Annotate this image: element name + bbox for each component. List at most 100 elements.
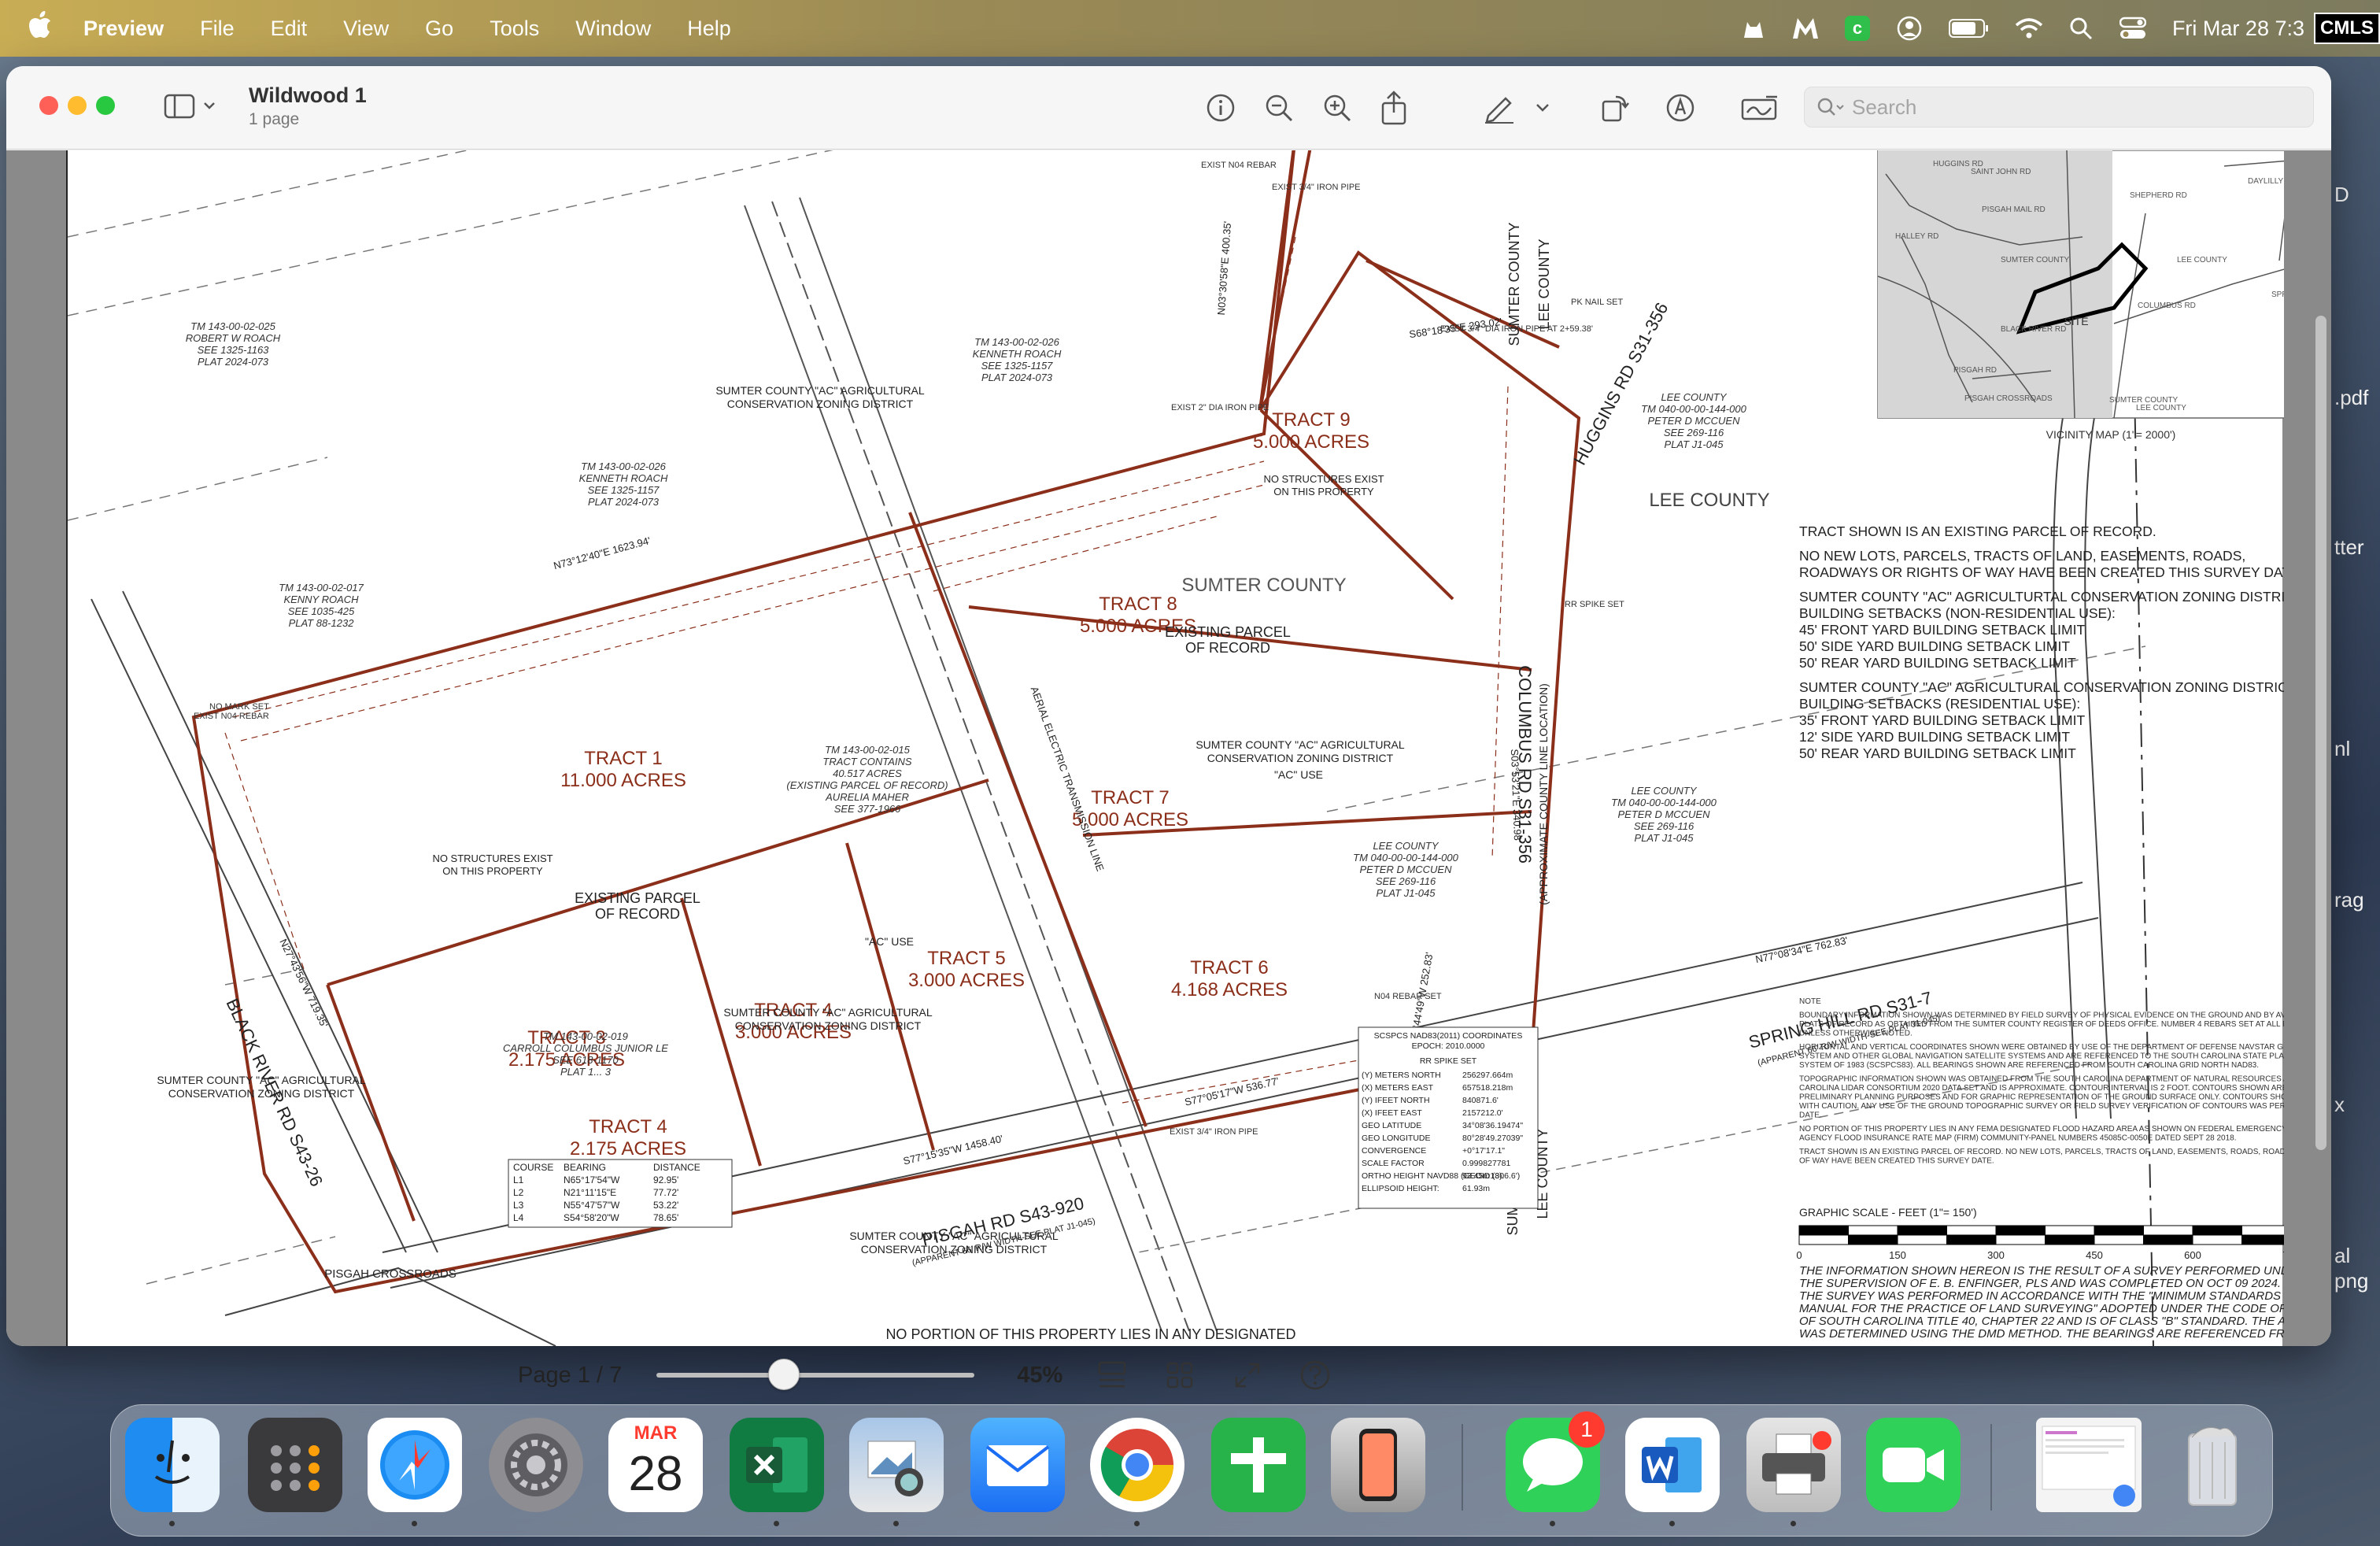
page-indicator: Page 1 / 7 (518, 1362, 623, 1388)
course-table-header: COURSE (513, 1162, 553, 1173)
finder-app-icon[interactable] (125, 1418, 220, 1526)
search-input[interactable] (1852, 94, 2293, 120)
sidebar-toggle-button[interactable] (164, 90, 227, 121)
small-note-line: SYSTEM AND OTHER GLOBAL NAVIGATION SATEL… (1799, 1052, 2284, 1061)
close-window-button[interactable] (39, 96, 58, 115)
owner-label-line: PETER D MCCUEN (1647, 415, 1740, 427)
preview-window: Wildwood 1 1 page Search TRACT 1 11.000 … (6, 66, 2331, 1346)
scale-segment (2192, 1234, 2242, 1245)
coord-table-key: CONVERGENCE (1362, 1146, 1426, 1156)
scale-segment (1848, 1225, 1898, 1236)
facetime-app-icon[interactable] (1866, 1418, 1961, 1512)
annotate-icon[interactable] (1662, 90, 1698, 126)
markup-pen-icon[interactable] (1481, 90, 1517, 126)
monument-label: EXIST 3/4" IRON PIPE (1272, 183, 1361, 192)
owner-label-line: PLAT 2024-073 (981, 372, 1053, 383)
monument-label: RR SPIKE SET (1565, 600, 1624, 609)
messages-app-icon[interactable]: 1 (1506, 1411, 1605, 1526)
numbers-app-icon[interactable] (1211, 1418, 1306, 1512)
mail-app-icon[interactable] (970, 1418, 1065, 1512)
wifi-icon[interactable] (2013, 13, 2045, 44)
menu-edit[interactable]: Edit (271, 17, 308, 41)
owner-label-line: SEE 618-1170 (552, 1054, 619, 1066)
trash-icon[interactable] (2165, 1418, 2260, 1512)
word-app-icon[interactable] (1625, 1418, 1720, 1526)
menubar-clock[interactable]: Fri Mar 28 7:3 (2172, 17, 2304, 41)
menu-view[interactable]: View (343, 17, 389, 41)
menu-help[interactable]: Help (687, 17, 731, 41)
small-note-line: BOUNDARY INFORMATION SHOWN WAS DETERMINE… (1799, 1012, 2284, 1020)
lee-county-vertical: LEE COUNTY (1536, 239, 1552, 329)
owner-label-line: TM 040-00-00-144-000 (1641, 403, 1746, 415)
menu-file[interactable]: File (200, 17, 235, 41)
info-icon[interactable] (1203, 90, 1239, 126)
no-structures-label: NO STRUCTURES EXIST (432, 853, 552, 864)
course-table-cell: N65°17'54"W (564, 1174, 620, 1185)
calculator-app-icon[interactable] (248, 1418, 342, 1512)
monument-label: NO MARK SET (209, 702, 269, 712)
single-page-view-icon[interactable] (1094, 1357, 1130, 1393)
running-indicator (169, 1521, 175, 1526)
m-app-icon[interactable] (1790, 13, 1821, 44)
user-account-icon[interactable] (1894, 13, 1925, 44)
no-structures-label: ON THIS PROPERTY (1273, 486, 1374, 497)
tract-acres: 4.168 ACRES (1171, 979, 1288, 1000)
printer-app-icon[interactable] (1746, 1418, 1841, 1526)
desktop-fragment: x (2334, 1093, 2345, 1116)
battery-icon[interactable] (1946, 13, 1993, 44)
cat-app-icon[interactable] (1738, 13, 1769, 44)
apple-menu-icon[interactable] (28, 10, 52, 46)
graphic-scale-tick: 150 (1889, 1249, 1906, 1261)
menu-tools[interactable]: Tools (490, 17, 539, 41)
system-settings-app-icon[interactable] (489, 1418, 583, 1512)
grid-view-icon[interactable] (1162, 1357, 1198, 1393)
calendar-app-icon[interactable]: MAR 28 (608, 1418, 703, 1512)
owner-label-line: PETER D MCCUEN (1617, 808, 1710, 820)
spotlight-search-icon[interactable] (2065, 13, 2097, 44)
bearing-label: N77°08'34"E 762.83' (1754, 934, 1849, 966)
recent-document-thumbnail[interactable] (2036, 1418, 2142, 1512)
vicinity-label: SAINT JOHN RD (1971, 168, 2031, 176)
safari-app-icon[interactable] (368, 1418, 462, 1526)
zoom-out-icon[interactable] (1261, 90, 1297, 126)
course-table-cell: N55°47'57"W (564, 1200, 620, 1211)
note-line: 35' FRONT YARD BUILDING SETBACK LIMIT (1799, 712, 2085, 728)
running-indicator (1791, 1521, 1796, 1526)
green-app-icon[interactable]: c (1842, 13, 1873, 44)
running-indicator (1134, 1521, 1140, 1526)
chevron-down-icon[interactable] (1533, 90, 1552, 126)
rotate-icon[interactable] (1596, 90, 1632, 126)
control-center-icon[interactable] (2117, 13, 2149, 44)
note-line: SUMTER COUNTY "AC" AGRICULTURAL CONSERVA… (1799, 679, 2284, 695)
graphic-scale-title: GRAPHIC SCALE - FEET (1"= 150') (1799, 1206, 1977, 1219)
zoom-in-icon[interactable] (1319, 90, 1355, 126)
vertical-scrollbar[interactable] (2315, 316, 2326, 1150)
signature-icon[interactable] (1738, 90, 1782, 126)
excel-app-icon[interactable] (730, 1418, 824, 1526)
menu-go[interactable]: Go (425, 17, 453, 41)
document-viewport[interactable]: TRACT 1 11.000 ACRES TRACT 3 2.175 ACRES T… (6, 150, 2331, 1346)
search-field[interactable] (1804, 87, 2314, 128)
page-slider-knob[interactable] (768, 1359, 800, 1390)
expand-icon[interactable] (1229, 1357, 1266, 1393)
page-slider[interactable] (656, 1359, 975, 1390)
monument-label: EXIST 2" DIA IRON PIPE (1171, 403, 1269, 412)
minimize-window-button[interactable] (68, 96, 87, 115)
existing-parcel-label: OF RECORD (1185, 640, 1270, 656)
chrome-app-icon[interactable] (1090, 1418, 1184, 1526)
iphone-mirroring-app-icon[interactable] (1331, 1418, 1425, 1512)
zoning-label-line: SUMTER COUNTY "AC" AGRICULTURAL (1196, 738, 1405, 751)
zoom-level[interactable]: 45% (1017, 1363, 1062, 1389)
owner-label-line: TM 143-00-02-019 (543, 1030, 628, 1042)
vicinity-label: SPRING HILL RD (2271, 290, 2284, 299)
scale-segment (2241, 1225, 2292, 1236)
menu-app-name[interactable]: Preview (83, 17, 164, 41)
help-icon[interactable] (1297, 1357, 1333, 1393)
small-note-line: DATE. (1799, 1111, 1822, 1120)
fullscreen-window-button[interactable] (96, 96, 115, 115)
preview-app-icon[interactable] (849, 1418, 944, 1526)
menu-window[interactable]: Window (575, 17, 651, 41)
share-icon[interactable] (1376, 90, 1412, 126)
desktop-fragment: .pdf (2334, 386, 2369, 409)
small-note-line: TRACT SHOWN IS AN EXISTING PARCEL OF REC… (1799, 1148, 2284, 1156)
